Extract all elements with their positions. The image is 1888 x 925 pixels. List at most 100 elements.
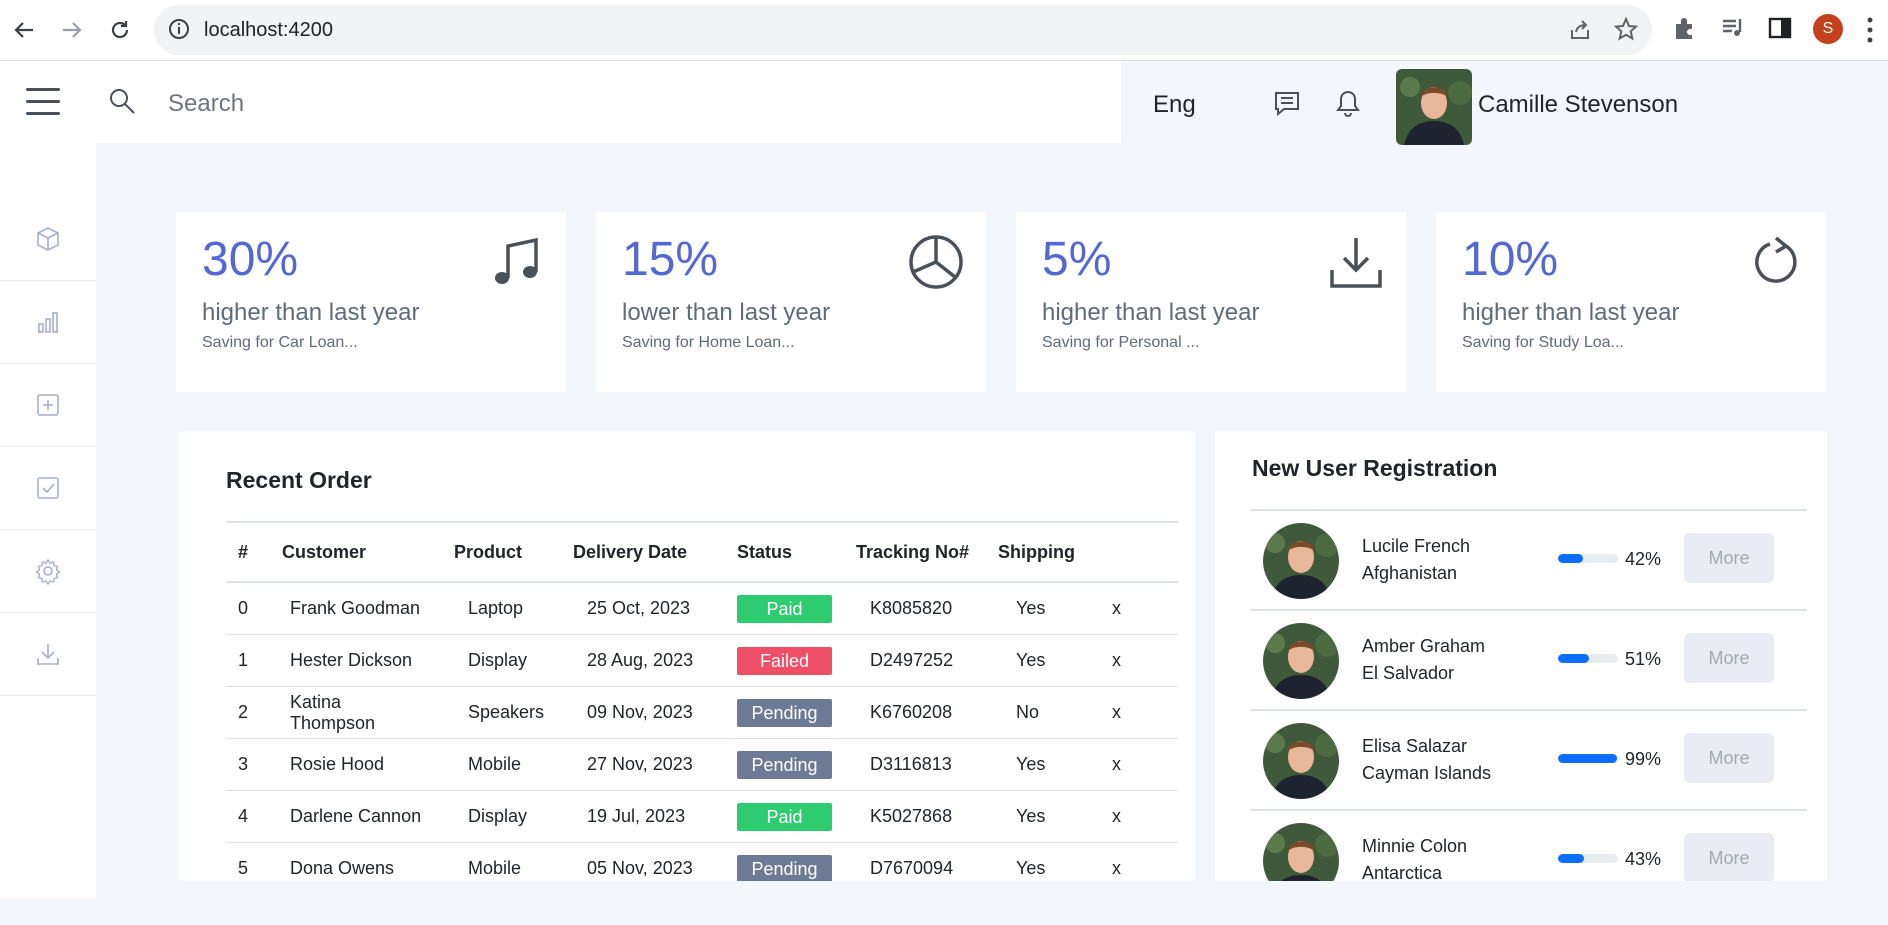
more-button[interactable]: More <box>1684 733 1774 783</box>
stat-subtitle: Saving for Study Loa... <box>1462 334 1624 351</box>
sidebar-item-chart[interactable] <box>0 281 96 364</box>
customer-name: Frank Goodman <box>270 582 442 635</box>
remove-order-button[interactable]: x <box>1100 686 1178 739</box>
progress-fill <box>1558 554 1584 563</box>
status-badge: Failed <box>737 646 832 675</box>
column-header[interactable]: Product <box>442 521 561 583</box>
list-item: Amber Graham El Salvador 51% More <box>1251 609 1807 711</box>
gear-icon <box>35 558 61 585</box>
product-name: Display <box>442 634 561 687</box>
remove-order-button[interactable]: x <box>1100 790 1178 843</box>
status-cell: Failed <box>725 634 844 687</box>
stat-description: higher than last year <box>1042 299 1260 326</box>
customer-name: Darlene Cannon <box>270 790 442 843</box>
media-queue-icon[interactable] <box>1720 15 1746 46</box>
user-avatar <box>1263 623 1339 699</box>
table-row[interactable]: 0 Frank Goodman Laptop 25 Oct, 2023 Paid K808… <box>226 582 1178 635</box>
table-row[interactable]: 2 Katina Thompson Speakers 09 Nov, 2023 Pend… <box>226 686 1178 739</box>
table-row[interactable]: 3 Rosie Hood Mobile 27 Nov, 2023 Pending D311… <box>226 738 1178 791</box>
user-country: El Salvador <box>1362 663 1455 683</box>
sidebar-item-settings[interactable] <box>0 530 96 613</box>
table-row[interactable]: 5 Dona Owens Mobile 05 Nov, 2023 Pending D767… <box>226 842 1178 881</box>
download-icon <box>1330 238 1382 288</box>
progress-bar <box>1558 554 1618 563</box>
progress-bar <box>1558 654 1618 663</box>
product-name: Display <box>442 790 561 843</box>
sidebar-item-download[interactable] <box>0 613 96 696</box>
remove-order-button[interactable]: x <box>1100 738 1178 791</box>
progress-value: 99% <box>1625 749 1662 769</box>
bell-icon[interactable] <box>1335 89 1361 122</box>
hamburger-menu-icon[interactable] <box>26 88 60 116</box>
product-name: Laptop <box>442 582 561 635</box>
user-info: Elisa Salazar Cayman Islands <box>1362 733 1491 787</box>
column-header[interactable]: Tracking No# <box>844 521 986 583</box>
address-bar[interactable]: localhost:4200 <box>154 5 1652 55</box>
search-icon[interactable] <box>108 87 136 120</box>
order-number: 4 <box>226 790 270 843</box>
list-item: Minnie Colon Antarctica 43% More <box>1251 809 1807 881</box>
status-cell: Pending <box>725 738 844 791</box>
user-name: Minnie Colon <box>1362 836 1468 856</box>
user-avatar <box>1263 723 1339 799</box>
order-number: 0 <box>226 582 270 635</box>
progress-fill <box>1558 854 1584 863</box>
customer-name: Katina Thompson <box>270 686 442 739</box>
stat-subtitle: Saving for Car Loan... <box>202 334 358 351</box>
tracking-number: D7670094 <box>844 842 986 881</box>
browser-menu-icon[interactable] <box>1866 16 1874 49</box>
share-icon[interactable] <box>1568 18 1592 47</box>
stat-card: 10% higher than last year Saving for Stu… <box>1436 212 1826 392</box>
more-button[interactable]: More <box>1684 833 1774 881</box>
reload-icon[interactable] <box>104 14 136 46</box>
column-header[interactable]: Delivery Date <box>561 521 725 583</box>
order-number: 1 <box>226 634 270 687</box>
message-icon[interactable] <box>1273 89 1301 122</box>
column-header[interactable]: Status <box>725 521 844 583</box>
stat-description: lower than last year <box>622 299 831 326</box>
remove-order-button[interactable]: x <box>1100 582 1178 635</box>
orders-table: # Customer Product Delivery Date Status … <box>226 521 1178 881</box>
forward-arrow-icon[interactable] <box>56 14 88 46</box>
user-avatar[interactable] <box>1396 69 1472 145</box>
language-selector[interactable]: Eng <box>1153 91 1196 119</box>
status-badge: Pending <box>737 698 832 727</box>
stat-percent: 10% <box>1462 233 1559 286</box>
user-name[interactable]: Camille Stevenson <box>1478 91 1678 119</box>
search-input[interactable] <box>166 85 1070 123</box>
remove-order-button[interactable]: x <box>1100 634 1178 687</box>
progress-bar <box>1558 854 1618 863</box>
table-row[interactable]: 1 Hester Dickson Display 28 Aug, 2023 Failed… <box>226 634 1178 687</box>
column-header[interactable]: Customer <box>270 521 442 583</box>
recent-order-panel: Recent Order # Customer Product Delivery… <box>179 431 1195 881</box>
url-text[interactable]: localhost:4200 <box>204 19 333 42</box>
site-info-icon[interactable] <box>168 18 190 45</box>
refresh-icon <box>1755 236 1797 283</box>
back-arrow-icon[interactable] <box>8 14 40 46</box>
delivery-date: 05 Nov, 2023 <box>561 842 725 881</box>
profile-avatar[interactable]: S <box>1813 14 1843 44</box>
shipping-value: No <box>986 686 1100 739</box>
delivery-date: 19 Jul, 2023 <box>561 790 725 843</box>
product-name: Mobile <box>442 842 561 881</box>
sidebar-item-tasks[interactable] <box>0 447 96 530</box>
sidebar <box>0 61 96 899</box>
more-button[interactable]: More <box>1684 533 1774 583</box>
more-button[interactable]: More <box>1684 633 1774 683</box>
progress-value: 42% <box>1625 549 1662 569</box>
status-cell: Paid <box>725 582 844 635</box>
table-row[interactable]: 4 Darlene Cannon Display 19 Jul, 2023 Paid K5… <box>226 790 1178 843</box>
sidebar-item-add[interactable] <box>0 364 96 447</box>
sidebar-item-cube[interactable] <box>0 198 96 281</box>
stat-card: 5% higher than last year Saving for Pers… <box>1016 212 1406 392</box>
side-panel-icon[interactable] <box>1767 15 1793 46</box>
remove-order-button[interactable]: x <box>1100 842 1178 881</box>
progress-fill <box>1558 754 1618 763</box>
column-header[interactable]: # <box>226 521 270 583</box>
extensions-puzzle-icon[interactable] <box>1672 15 1698 46</box>
stat-description: higher than last year <box>1462 299 1680 326</box>
stat-subtitle: Saving for Personal ... <box>1042 334 1200 351</box>
table-header-row: # Customer Product Delivery Date Status … <box>226 521 1178 583</box>
bookmark-star-icon[interactable] <box>1613 16 1639 46</box>
column-header[interactable]: Shipping <box>986 521 1100 583</box>
